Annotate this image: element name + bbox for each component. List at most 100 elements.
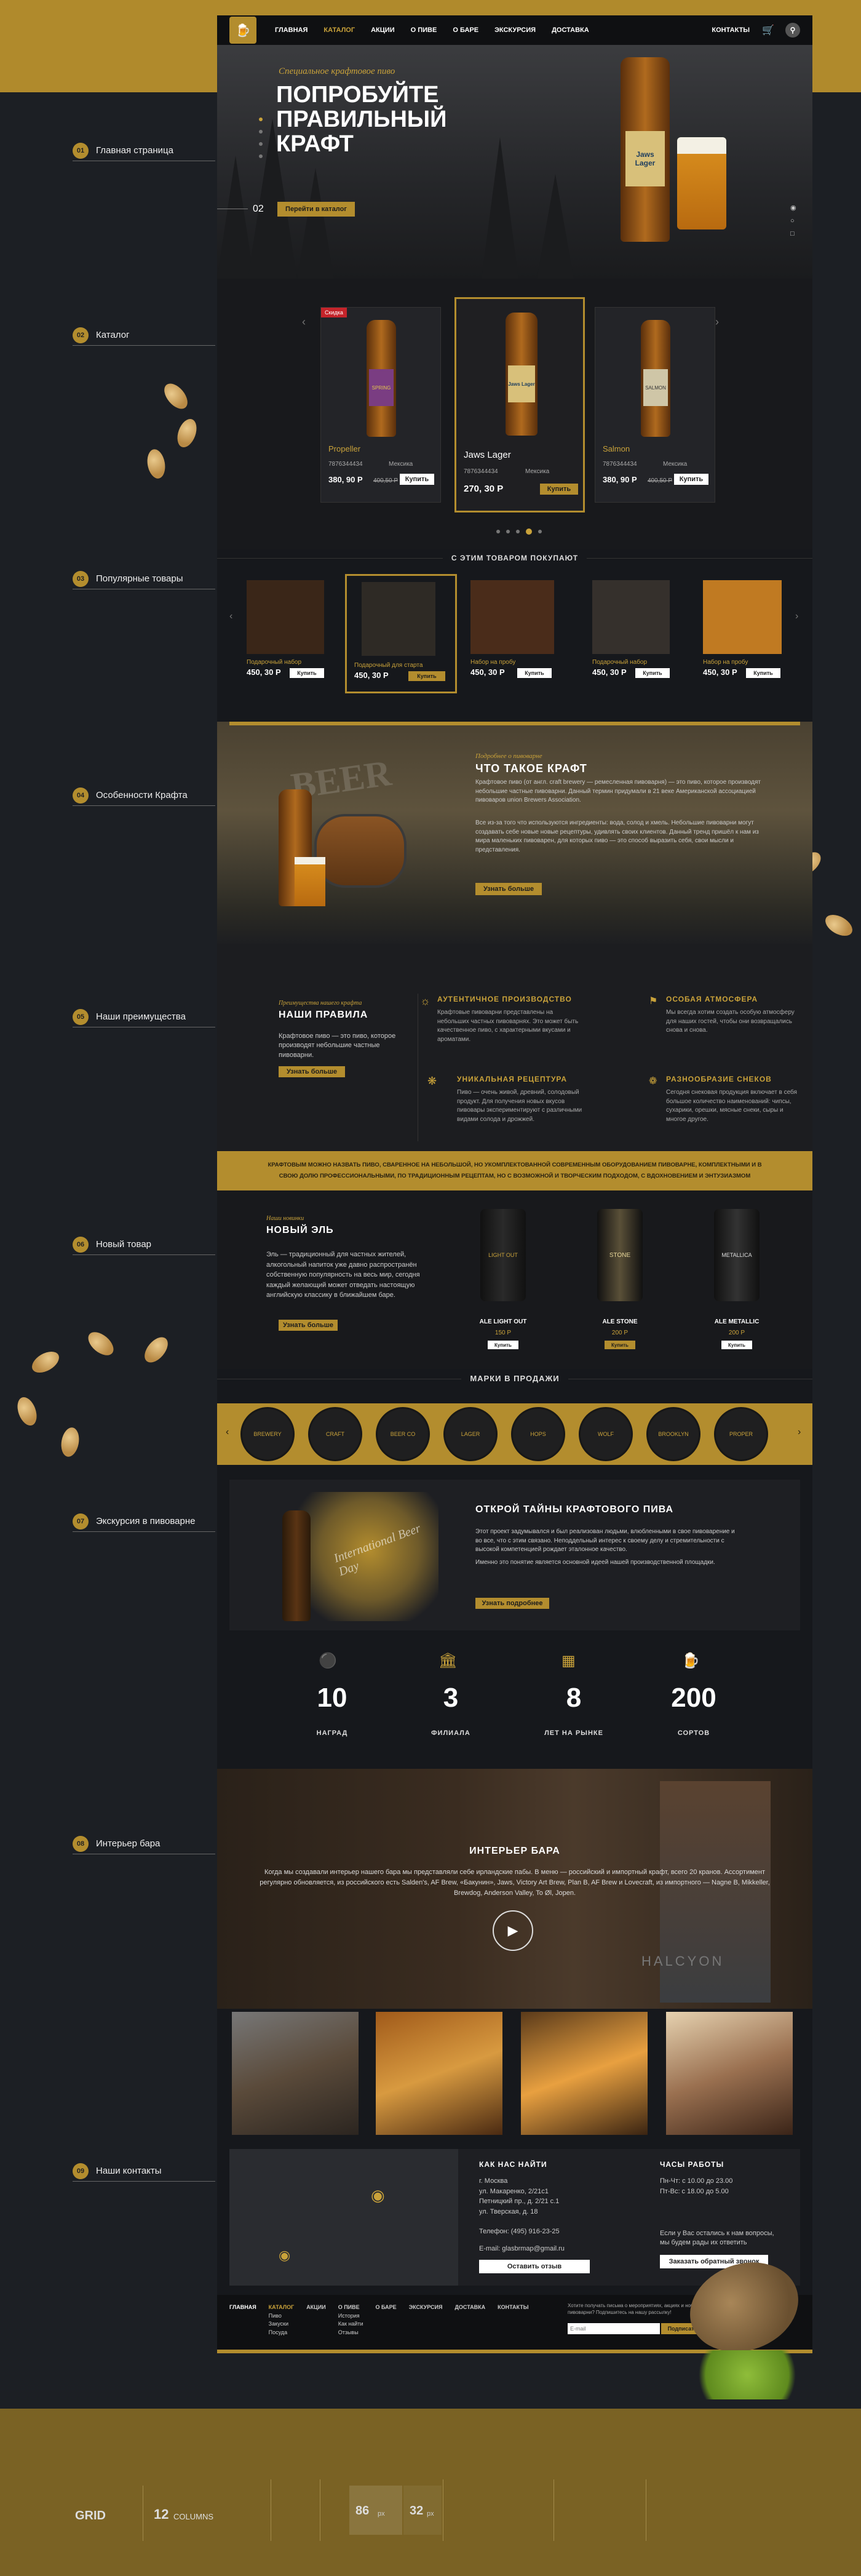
gallery-photo[interactable] [232,2012,359,2135]
buy-button[interactable]: Купить [605,1341,635,1349]
nav-item[interactable]: КАТАЛОГ [323,26,355,34]
slide-dot[interactable] [259,130,263,134]
nav-item[interactable]: АКЦИИ [371,26,395,34]
popular-item[interactable]: Подарочный для старта 450, 30 Р Купить [345,574,457,693]
nav-item[interactable]: О ПИВЕ [411,26,437,34]
slide-dot[interactable] [259,154,263,158]
buy-button[interactable]: Купить [400,474,434,485]
product-card[interactable]: Скидка SPRING Propeller 7876344434 Мекси… [320,307,441,503]
facebook-icon[interactable]: □ [790,228,796,241]
instagram-icon[interactable]: ◉ [790,202,796,215]
brand-logo[interactable]: WOLF [579,1407,633,1461]
malt-grain [173,416,200,450]
can-item[interactable]: STONE ALE STONE 200 Р Купить [586,1209,654,1357]
carousel-dot[interactable] [516,530,520,533]
email-input[interactable] [568,2323,660,2334]
catalog-button[interactable]: Перейти в каталог [277,202,355,217]
new-more-button[interactable]: Узнать больше [279,1320,338,1331]
nav-item[interactable]: О БАРЕ [453,26,478,34]
brand-logo[interactable]: 🍺 [229,17,256,44]
product-photo [362,582,435,656]
feature: ⚑ ОСОБАЯ АТМОСФЕРА Мы всегда хотим созда… [649,995,795,1034]
brand-logo[interactable]: BREWERY [240,1407,295,1461]
play-icon[interactable]: ▶ [493,1910,533,1951]
brand-logo[interactable]: BROOKLYN [646,1407,700,1461]
can-item[interactable]: LIGHT OUT ALE LIGHT OUT 150 Р Купить [469,1209,537,1357]
nav-item[interactable]: ГЛАВНАЯ [275,26,308,34]
index-item[interactable]: 05 Наши преимущества [73,1007,215,1027]
buy-button[interactable]: Купить [746,668,780,678]
next-arrow-icon[interactable]: › [715,316,719,329]
grid-title: GRID [75,2509,106,2522]
index-item[interactable]: 06 Новый товар [73,1234,215,1255]
index-item[interactable]: 08 Интерьер бара [73,1833,215,1854]
brand-logo[interactable]: LAGER [443,1407,498,1461]
buy-button[interactable]: Купить [721,1341,752,1349]
product-card[interactable]: Jaws Lager Jaws Lager 7876344434 Мексика… [454,297,585,512]
email[interactable]: E-mail: glasbrmap@gmail.ru [479,2245,565,2252]
buy-button[interactable]: Купить [540,484,578,495]
building-icon: 🏛 [438,1653,458,1669]
buy-button[interactable]: Купить [290,668,324,678]
brand-logo[interactable]: PROPER [714,1407,768,1461]
next-arrow-icon[interactable]: › [795,611,798,622]
index-item[interactable]: 09 Наши контакты [73,2161,215,2182]
index-item[interactable]: 01 Главная страница [73,140,215,161]
new-product-section: Наши новинки НОВЫЙ ЭЛЬ Эль — традиционны… [217,1190,812,1369]
index-item[interactable]: 07 Экскурсия в пивоварне [73,1511,215,1532]
buy-button[interactable]: Купить [635,668,670,678]
phone[interactable]: Телефон: (495) 916-23-25 [479,2228,560,2235]
popular-item[interactable]: Подарочный набор 450, 30 Р Купить [592,580,684,685]
nav-contacts[interactable]: КОНТАКТЫ [712,26,750,34]
popular-item[interactable]: Подарочный набор 450, 30 Р Купить [247,580,339,685]
gallery-photo[interactable] [376,2012,502,2135]
product-card[interactable]: SALMON Salmon 7876344434 Мексика 380, 90… [595,307,715,503]
index-item[interactable]: 04 Особенности Крафта [73,785,215,806]
review-button[interactable]: Оставить отзыв [479,2260,590,2273]
carousel-dots [496,528,542,535]
slide-dot[interactable] [259,118,263,121]
map-pin-icon[interactable]: ◉ [279,2247,290,2263]
prev-arrow-icon[interactable]: ‹ [226,1427,229,1438]
search-icon[interactable]: ⚲ [785,23,800,38]
gallery-photo[interactable] [666,2012,793,2135]
buy-button[interactable]: Купить [408,671,445,681]
hours-title: ЧАСЫ РАБОТЫ [660,2160,724,2169]
gallery-photo[interactable] [521,2012,648,2135]
hero-title: ПОПРОБУЙТЕ ПРАВИЛЬНЫЙ КРАФТ [276,82,447,157]
map-pin-icon[interactable]: ◉ [371,2186,385,2205]
index-item[interactable]: 02 Каталог [73,325,215,346]
buy-button[interactable]: Купить [674,474,708,485]
brand-logo[interactable]: BEER CO [376,1407,430,1461]
buy-button[interactable]: Купить [488,1341,518,1349]
wheat-icon: ❋ [427,1075,437,1087]
advantages-more-button[interactable]: Узнать больше [279,1066,345,1077]
map[interactable]: ◉ ◉ [229,2149,458,2286]
vk-icon[interactable]: ○ [790,215,796,228]
craft-more-button[interactable]: Узнать больше [475,883,542,895]
carousel-dot[interactable] [506,530,510,533]
next-arrow-icon[interactable]: › [798,1427,801,1438]
brands-title: МАРКИ В ПРОДАЖИ [461,1374,568,1383]
popular-item[interactable]: Набор на пробу 450, 30 Р Купить [470,580,563,685]
brand-logo[interactable]: HOPS [511,1407,565,1461]
product-bottle: SPRING [367,320,396,437]
product-name: Salmon [603,444,630,453]
beer-can: METALLICA [714,1209,760,1301]
prev-arrow-icon[interactable]: ‹ [229,611,232,622]
nav-item[interactable]: ЭКСКУРСИЯ [494,26,536,34]
carousel-dot[interactable] [496,530,500,533]
slide-dot[interactable] [259,142,263,146]
tour-more-button[interactable]: Узнать подробнее [475,1598,549,1609]
buy-button[interactable]: Купить [517,668,552,678]
nav-item[interactable]: ДОСТАВКА [552,26,589,34]
popular-item[interactable]: Набор на пробу 450, 30 Р Купить [703,580,795,685]
prev-arrow-icon[interactable]: ‹ [302,316,306,329]
tour-card: International Beer Day ОТКРОЙ ТАЙНЫ КРАФ… [229,1480,800,1630]
brand-logo[interactable]: CRAFT [308,1407,362,1461]
can-item[interactable]: METALLICA ALE METALLIC 200 Р Купить [703,1209,771,1357]
cart-icon[interactable]: 🛒 [762,24,774,36]
index-item[interactable]: 03 Популярные товары [73,568,215,589]
carousel-dot[interactable] [538,530,542,533]
carousel-dot[interactable] [526,528,532,535]
